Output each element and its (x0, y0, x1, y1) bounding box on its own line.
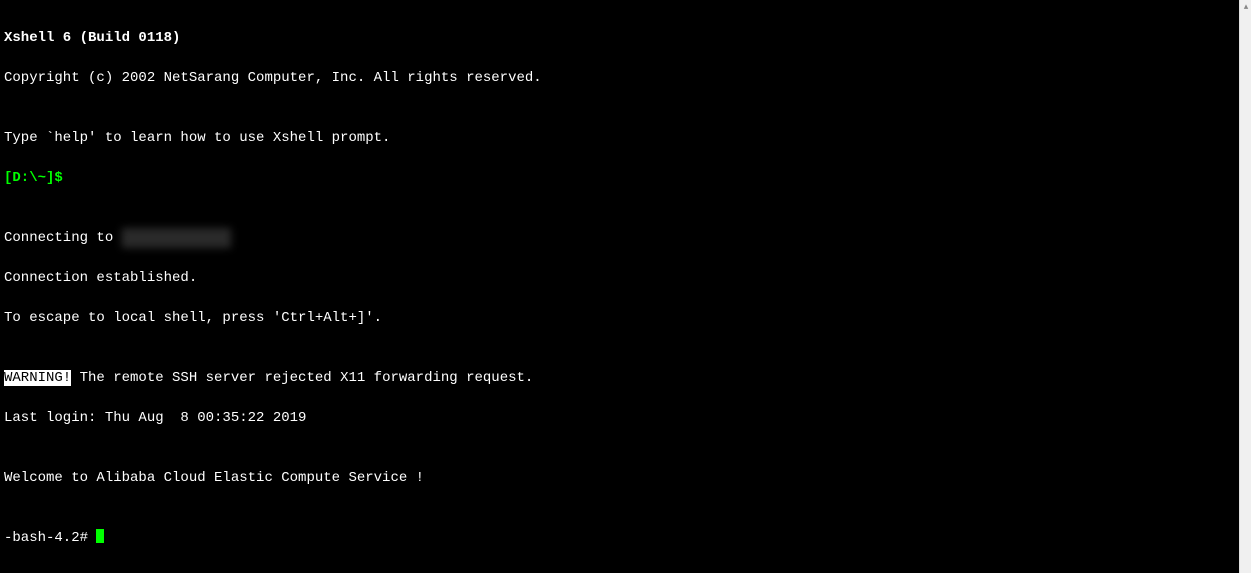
remote-prompt[interactable]: -bash-4.2# (4, 530, 96, 546)
connection-established-text: Connection established. (4, 268, 1235, 288)
last-login-text: Last login: Thu Aug 8 00:35:22 2019 (4, 408, 1235, 428)
help-hint-text: Type `help' to learn how to use Xshell p… (4, 128, 1235, 148)
warning-label: WARNING! (4, 370, 71, 386)
scroll-up-icon[interactable]: ▴ (1240, 0, 1251, 12)
welcome-text: Welcome to Alibaba Cloud Elastic Compute… (4, 468, 1235, 488)
redacted-ip: ███.██.████.. (122, 228, 231, 248)
app-title: Xshell 6 (Build 0118) (4, 28, 1235, 48)
warning-message: The remote SSH server rejected X11 forwa… (71, 370, 533, 386)
copyright-text: Copyright (c) 2002 NetSarang Computer, I… (4, 68, 1235, 88)
terminal-window: Xshell 6 (Build 0118) Copyright (c) 2002… (0, 0, 1251, 573)
connecting-text: Connecting to (4, 230, 122, 246)
cursor-icon (96, 529, 104, 543)
escape-hint-text: To escape to local shell, press 'Ctrl+Al… (4, 308, 1235, 328)
vertical-scrollbar[interactable]: ▴ (1239, 0, 1251, 573)
terminal-output[interactable]: Xshell 6 (Build 0118) Copyright (c) 2002… (0, 0, 1239, 573)
local-prompt[interactable]: [D:\~]$ (4, 170, 63, 186)
